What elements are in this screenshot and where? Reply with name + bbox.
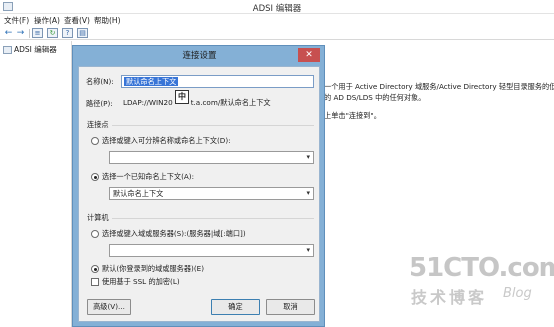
ok-button[interactable]: 确定 <box>211 299 260 315</box>
name-label: 名称(N): <box>86 77 114 86</box>
description-line-2: 的 AD DS/LDS 中的任何对象。 <box>324 93 426 102</box>
close-icon[interactable]: ✕ <box>298 48 320 62</box>
dialog-body: 名称(N): 默认命名上下文 路径(P): LDAP://WIN20 t.a.co… <box>78 66 320 322</box>
ssl-checkbox[interactable]: 使用基于 SSL 的加密(L) <box>91 277 180 287</box>
radio-distinguished-name[interactable]: 选择或键入可分辨名称或命名上下文(D): <box>91 136 231 146</box>
menu-action[interactable]: 操作(A) <box>34 15 60 26</box>
connection-settings-dialog: 连接设置 ✕ 名称(N): 默认命名上下文 路径(P): LDAP://WIN2… <box>72 45 325 327</box>
chevron-down-icon: ▾ <box>306 246 310 254</box>
radio-icon <box>91 137 99 145</box>
radio-label: 选择或键入可分辨名称或命名上下文(D): <box>102 136 231 145</box>
ime-indicator: 中 <box>175 90 189 104</box>
computer-title: 计算机 <box>87 213 112 223</box>
chevron-down-icon: ▾ <box>306 153 310 161</box>
path-value: LDAP://WIN20 t.a.com/默认命名上下文 <box>123 97 313 109</box>
back-arrow-icon[interactable]: ← <box>3 28 14 38</box>
tree-item-adsi-editor[interactable]: ADSI 编辑器 <box>3 44 57 55</box>
radio-selected-icon <box>91 173 99 181</box>
radio-icon <box>91 230 99 238</box>
radio-default-domain[interactable]: 默认(你登录到的域或服务器)(E) <box>91 264 204 274</box>
properties-icon[interactable]: ▤ <box>77 28 88 38</box>
menu-bar: 文件(F) 操作(A) 查看(V) 帮助(H) <box>0 14 554 26</box>
connection-point-title: 连接点 <box>87 120 112 130</box>
adsi-editor-icon <box>3 45 12 54</box>
window-title: ADSI 编辑器 <box>252 4 302 14</box>
cancel-button[interactable]: 取消 <box>266 299 315 315</box>
console-tree-icon[interactable]: ≡ <box>32 28 43 38</box>
advanced-button[interactable]: 高级(V)... <box>87 299 131 315</box>
radio-label: 选择或键入域或服务器(S):(服务器|域[:端口]) <box>102 229 246 238</box>
chevron-down-icon: ▾ <box>306 189 310 197</box>
menu-view[interactable]: 查看(V) <box>64 15 90 26</box>
domain-server-combo[interactable]: ▾ <box>109 244 314 257</box>
radio-known-context[interactable]: 选择一个已知命名上下文(A): <box>91 172 194 182</box>
forward-arrow-icon[interactable]: → <box>15 28 26 38</box>
watermark-subtitle: 技术博客 <box>411 288 488 307</box>
path-value-head: LDAP://WIN20 <box>123 98 173 107</box>
checkbox-label: 使用基于 SSL 的加密(L) <box>102 277 180 286</box>
toolbar-separator <box>29 29 30 38</box>
path-label: 路径(P): <box>86 99 113 108</box>
name-field-value: 默认命名上下文 <box>124 77 179 86</box>
checkbox-icon <box>91 278 99 286</box>
menu-file[interactable]: 文件(F) <box>4 15 29 26</box>
watermark-blog: Blog <box>503 286 532 301</box>
description-line-1: 一个用于 Active Directory 域服务/Active Directo… <box>324 82 554 91</box>
name-field[interactable]: 默认命名上下文 <box>121 75 314 88</box>
help-icon[interactable]: ? <box>62 28 73 38</box>
radio-domain-server[interactable]: 选择或键入域或服务器(S):(服务器|域[:端口]) <box>91 229 246 239</box>
known-context-combo[interactable]: 默认命名上下文 ▾ <box>109 187 314 200</box>
dialog-title: 连接设置 <box>182 51 217 61</box>
toolbar: ← → ≡ ↻ ? ▤ <box>0 26 554 40</box>
description-line-3: 上单击"连接到"。 <box>324 111 381 120</box>
computer-group: 计算机 选择或键入域或服务器(S):(服务器|域[:端口]) ▾ 默认(你登录到… <box>87 213 314 298</box>
radio-selected-icon <box>91 265 99 273</box>
combo-value: 默认命名上下文 <box>113 189 164 198</box>
radio-label: 选择一个已知命名上下文(A): <box>102 172 195 181</box>
refresh-icon[interactable]: ↻ <box>47 28 58 38</box>
tree-item-label: ADSI 编辑器 <box>14 45 57 54</box>
distinguished-name-combo[interactable]: ▾ <box>109 151 314 164</box>
radio-label: 默认(你登录到的域或服务器)(E) <box>102 264 205 273</box>
path-value-tail: t.a.com/默认命名上下文 <box>190 98 271 107</box>
console-tree: ADSI 编辑器 <box>0 41 72 327</box>
menu-help[interactable]: 帮助(H) <box>94 15 121 26</box>
connection-point-group: 连接点 选择或键入可分辨名称或命名上下文(D): ▾ 选择一个已知命名上下文(A… <box>87 120 314 215</box>
title-bar: ADSI 编辑器 <box>0 0 554 14</box>
watermark-logo: 51CTO.com <box>409 253 554 283</box>
